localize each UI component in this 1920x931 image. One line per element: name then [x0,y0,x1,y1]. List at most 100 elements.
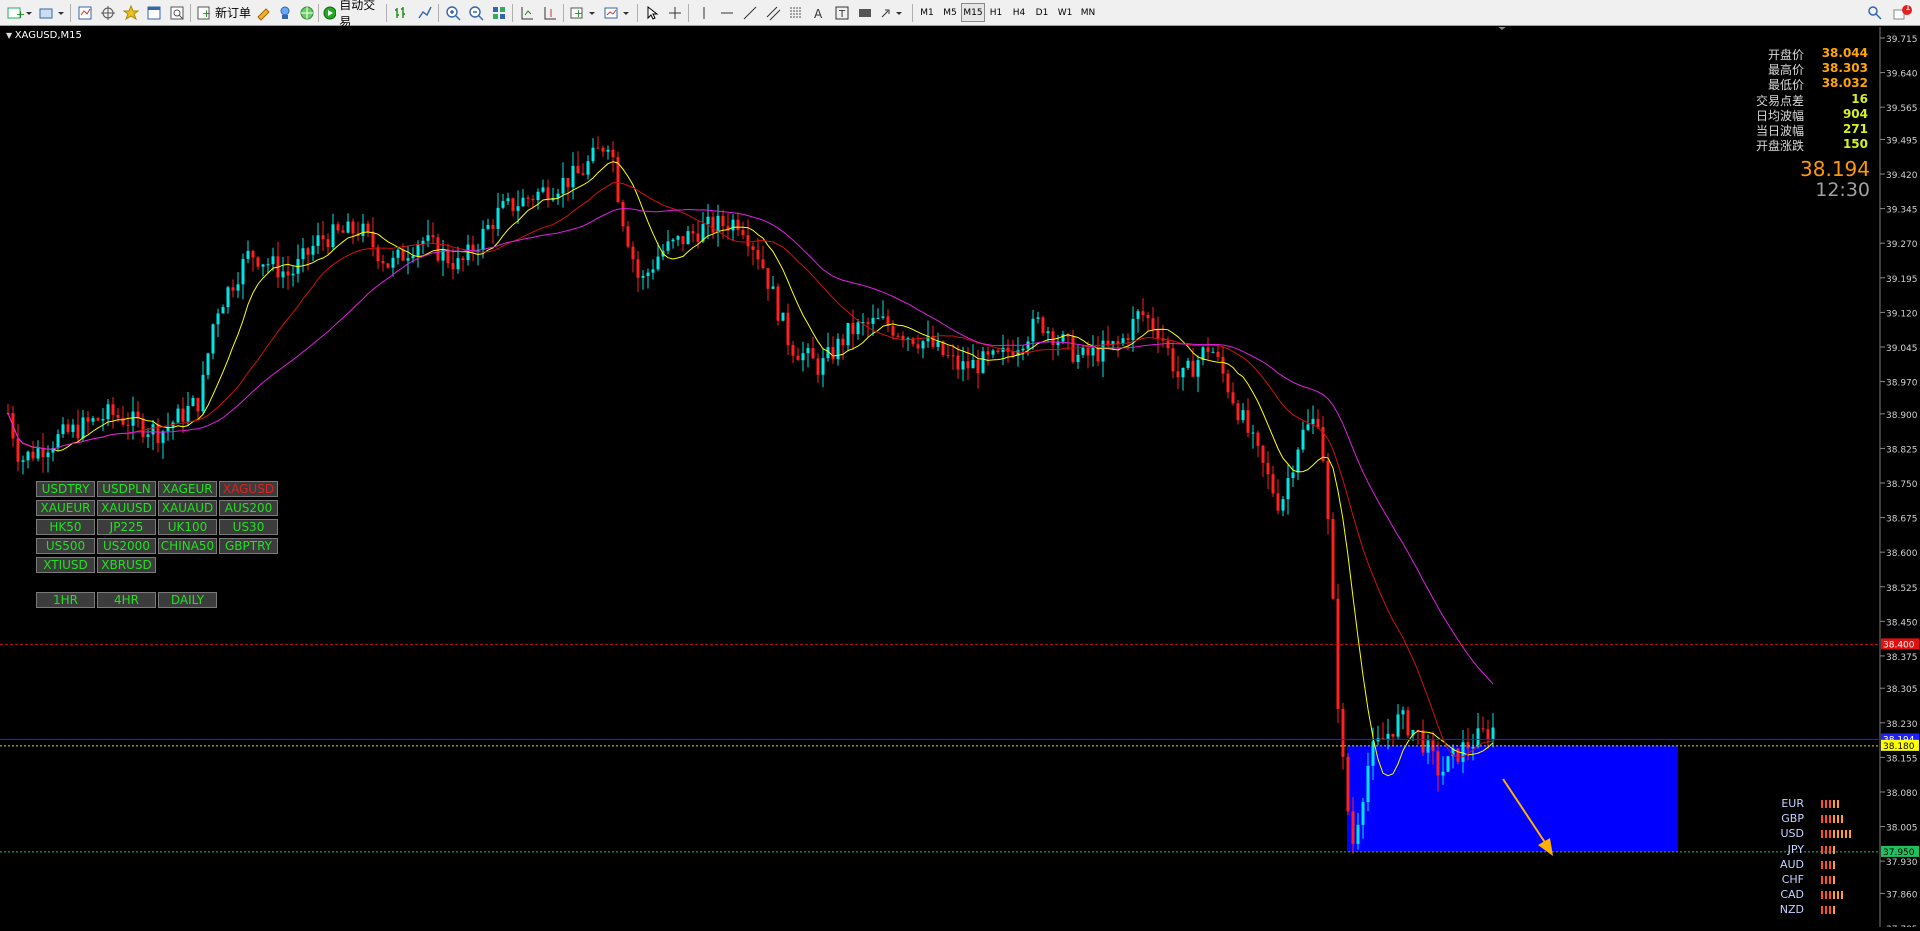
market-watch-icon[interactable] [76,3,94,22]
symbol-button-china50[interactable]: CHINA50 [158,538,217,554]
vertical-line-icon[interactable] [695,3,713,22]
timeframe-w1[interactable]: W1 [1053,3,1077,22]
symbol-button-us500[interactable]: US500 [36,538,95,554]
symbol-button-uk100[interactable]: UK100 [158,519,217,535]
trendline-icon[interactable] [741,3,759,22]
market-icon[interactable] [298,3,316,22]
symbol-button-aus200[interactable]: AUS200 [219,500,278,516]
candle-body [1026,341,1030,349]
terminal-icon[interactable] [145,3,163,22]
candle-body [1326,460,1330,520]
fibonacci-icon[interactable] [787,3,805,22]
axis-tick-label: 38.080 [1886,789,1918,799]
candle-body [841,338,845,346]
symbol-button-us2000[interactable]: US2000 [97,538,156,554]
timeframe-h1[interactable]: H1 [984,3,1008,22]
candle-body [801,353,805,361]
candle-body [1366,765,1370,803]
auto-trading-button[interactable]: 自动交易 [322,0,382,29]
bar-chart-icon[interactable] [392,3,410,22]
symbol-button-xbrusd[interactable]: XBRUSD [97,557,156,573]
candle-body [1301,429,1305,450]
timeframe-h4[interactable]: H4 [1007,3,1031,22]
candle-body [96,418,100,421]
zoom-out-icon[interactable] [467,3,485,22]
timeframe-button-daily[interactable]: DAILY [158,592,217,608]
candle-body [226,287,230,308]
candle-body [981,351,985,373]
metaeditor-icon[interactable] [254,3,272,22]
symbol-button-xagusd[interactable]: XAGUSD [219,481,278,497]
chart-shift-icon[interactable] [541,3,559,22]
candle-body [181,408,185,422]
candle-body [1086,347,1090,356]
data-window-icon[interactable] [99,3,117,22]
axis-tick-label: 38.970 [1886,379,1918,389]
indicators-icon[interactable]: + [569,3,599,22]
symbol-button-usdtry[interactable]: USDTRY [36,481,95,497]
timeframe-m15[interactable]: M15 [961,3,985,22]
symbol-button-hk50[interactable]: HK50 [36,519,95,535]
candle-body [811,348,815,359]
candle-body [381,261,385,264]
search-icon[interactable] [1866,3,1884,22]
axis-tick-label: 38.005 [1886,824,1918,834]
new-order-button[interactable]: + 新订单 [196,3,252,22]
new-chart-icon[interactable]: + [6,3,34,22]
candle-body [576,165,580,174]
demand-zone-rectangle[interactable] [1347,745,1678,852]
text-label-icon[interactable]: T [833,3,851,22]
arrows-tool-icon[interactable] [879,3,907,22]
candle-body [891,325,895,336]
cursor-icon[interactable] [643,3,661,22]
symbol-button-jp225[interactable]: JP225 [97,519,156,535]
timeframe-d1[interactable]: D1 [1030,3,1054,22]
profiles-icon[interactable] [38,3,66,22]
timeframe-m5[interactable]: M5 [938,3,962,22]
candle-body [1156,329,1160,339]
candle-body [796,355,800,361]
zoom-in-icon[interactable] [444,3,462,22]
symbol-button-xtiusd[interactable]: XTIUSD [36,557,95,573]
price-chart[interactable]: 39.715 39.640 39.565 39.495 39.420 39.345 39.2… [0,25,1920,931]
timeframe-button-4hr[interactable]: 4HR [97,592,156,608]
symbol-button-us30[interactable]: US30 [219,519,278,535]
crosshair-icon[interactable] [666,3,684,22]
candle-body [1081,347,1085,355]
candle-body [151,424,155,435]
auto-scroll-icon[interactable] [518,3,536,22]
candle-body [991,350,995,355]
alerts-button[interactable]: 1 [1892,3,1914,22]
timeframe-mn[interactable]: MN [1076,3,1100,22]
candle-body [1036,317,1040,319]
symbol-button-xaueur[interactable]: XAUEUR [36,500,95,516]
symbol-button-usdpln[interactable]: USDPLN [97,481,156,497]
text-tool-icon[interactable]: A [810,3,828,22]
symbol-button-xauusd[interactable]: XAUUSD [97,500,156,516]
timeframe-button-1hr[interactable]: 1HR [36,592,95,608]
horizontal-line-icon[interactable] [718,3,736,22]
candle-body [591,147,595,162]
candle-body [486,224,490,229]
strategy-tester-icon[interactable] [168,3,186,22]
line-chart-icon[interactable] [416,3,434,22]
candle-body [776,286,780,321]
label-tool-icon[interactable] [856,3,874,22]
symbol-button-xageur[interactable]: XAGEUR [158,481,217,497]
axis-tick-label: 39.270 [1886,240,1918,250]
templates-icon[interactable] [603,3,633,22]
candle-body [1336,598,1340,709]
candle-body [1286,478,1290,500]
tile-windows-icon[interactable] [490,3,508,22]
navigator-icon[interactable] [122,3,140,22]
timeframe-m1[interactable]: M1 [915,3,939,22]
candle-body [286,271,290,276]
chart-window[interactable]: 39.715 39.640 39.565 39.495 39.420 39.345 39.2… [0,25,1920,931]
candle-body [416,244,420,256]
symbol-button-xauaud[interactable]: XAUAUD [158,500,217,516]
candle-body [1346,756,1350,812]
signals-icon[interactable] [276,3,294,22]
equidistant-channel-icon[interactable] [764,3,782,22]
symbol-button-gbptry[interactable]: GBPTRY [219,538,278,554]
candle-body [696,233,700,242]
